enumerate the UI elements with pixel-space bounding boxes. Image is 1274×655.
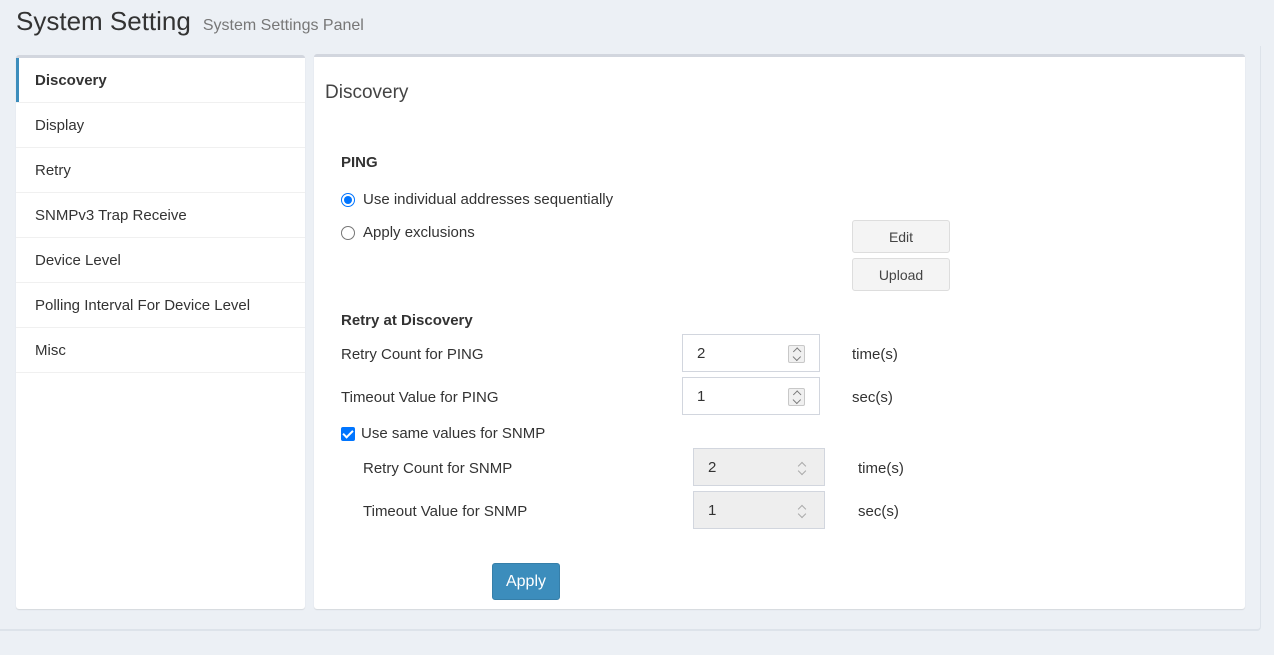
ping-timeout-label: Timeout Value for PING xyxy=(341,389,499,406)
radio-option-sequential[interactable]: Use individual addresses sequentially xyxy=(341,191,613,208)
page-header: System Setting System Settings Panel xyxy=(16,6,364,42)
snmp-timeout-unit: sec(s) xyxy=(858,503,899,520)
sidebar-item-polling-interval[interactable]: Polling Interval For Device Level xyxy=(16,283,305,328)
ping-timeout-value: 1 xyxy=(697,387,706,405)
sidebar-item-label: SNMPv3 Trap Receive xyxy=(35,206,187,224)
retry-heading: Retry at Discovery xyxy=(341,312,473,329)
same-values-checkbox-row[interactable]: Use same values for SNMP xyxy=(341,425,545,442)
ping-retry-stepper[interactable]: 2 xyxy=(682,334,820,372)
sidebar-item-label: Retry xyxy=(35,161,71,179)
snmp-timeout-label: Timeout Value for SNMP xyxy=(363,503,528,520)
snmp-retry-stepper: 2 xyxy=(693,448,825,486)
radio-sequential-label: Use individual addresses sequentially xyxy=(363,191,614,208)
same-values-label: Use same values for SNMP xyxy=(361,425,546,442)
snmp-retry-label: Retry Count for SNMP xyxy=(363,460,513,477)
apply-button[interactable]: Apply xyxy=(492,563,560,600)
content-wrapper: Discovery Display Retry SNMPv3 Trap Rece… xyxy=(0,46,1261,631)
spinner-arrows-icon xyxy=(793,502,810,520)
spinner-arrows-icon xyxy=(793,459,810,477)
sidebar-item-label: Display xyxy=(35,116,85,134)
sidebar-item-device-level[interactable]: Device Level xyxy=(16,238,305,283)
sidebar-item-label: Discovery xyxy=(35,71,107,89)
edit-button[interactable]: Edit xyxy=(852,220,950,253)
radio-option-exclusions[interactable]: Apply exclusions xyxy=(341,224,475,241)
settings-sidebar: Discovery Display Retry SNMPv3 Trap Rece… xyxy=(16,55,305,609)
sidebar-item-snmpv3-trap-receive[interactable]: SNMPv3 Trap Receive xyxy=(16,193,305,238)
sidebar-item-display[interactable]: Display xyxy=(16,103,305,148)
ping-retry-unit: time(s) xyxy=(852,346,898,363)
sidebar-item-label: Polling Interval For Device Level xyxy=(35,296,251,314)
sidebar-item-discovery[interactable]: Discovery xyxy=(16,58,305,103)
radio-exclusions-label: Apply exclusions xyxy=(363,224,475,241)
spinner-arrows-icon[interactable] xyxy=(788,345,805,363)
ping-retry-value: 2 xyxy=(697,344,706,362)
radio-sequential[interactable] xyxy=(341,192,355,207)
upload-button[interactable]: Upload xyxy=(852,258,950,291)
sidebar-item-label: Misc xyxy=(35,341,66,359)
ping-heading: PING xyxy=(341,154,378,171)
spinner-arrows-icon[interactable] xyxy=(788,388,805,406)
ping-timeout-unit: sec(s) xyxy=(852,389,893,406)
ping-retry-label: Retry Count for PING xyxy=(341,346,484,363)
page-title: System Setting xyxy=(16,6,191,36)
snmp-retry-unit: time(s) xyxy=(858,460,904,477)
panel-title: Discovery xyxy=(325,82,409,103)
sidebar-item-retry[interactable]: Retry xyxy=(16,148,305,193)
ping-timeout-stepper[interactable]: 1 xyxy=(682,377,820,415)
radio-exclusions[interactable] xyxy=(341,225,355,240)
discovery-panel: Discovery PING Use individual addresses … xyxy=(314,54,1245,609)
page-subtitle: System Settings Panel xyxy=(202,17,364,34)
sidebar-item-label: Device Level xyxy=(35,251,121,269)
snmp-retry-value: 2 xyxy=(708,458,717,476)
same-values-checkbox[interactable] xyxy=(341,426,355,441)
snmp-timeout-stepper: 1 xyxy=(693,491,825,529)
snmp-timeout-value: 1 xyxy=(708,501,717,519)
sidebar-item-misc[interactable]: Misc xyxy=(16,328,305,373)
